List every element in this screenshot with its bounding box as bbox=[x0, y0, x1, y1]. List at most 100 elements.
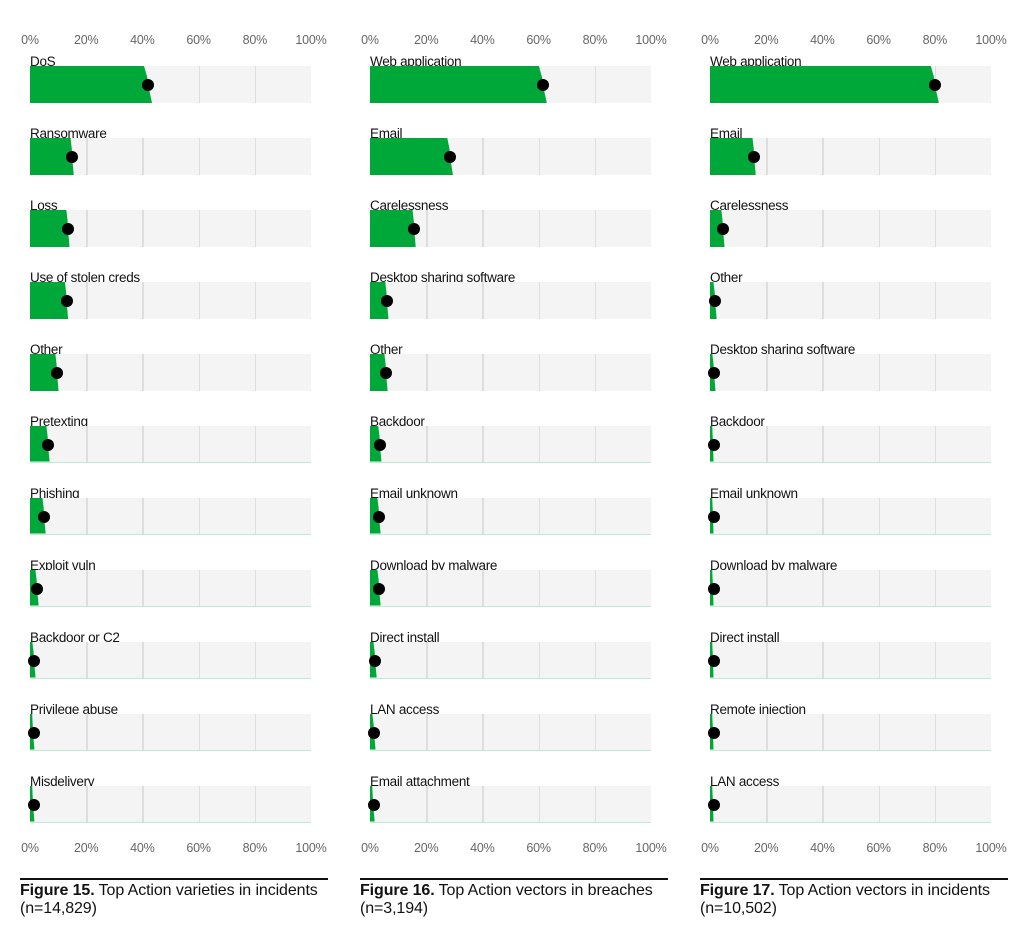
bar-track bbox=[370, 282, 651, 319]
value-dot bbox=[380, 366, 393, 379]
bar bbox=[30, 66, 153, 103]
x-tick-label: 100% bbox=[635, 33, 667, 47]
bar-svg bbox=[710, 282, 717, 319]
bar-svg bbox=[370, 66, 547, 103]
bar-track bbox=[710, 66, 991, 103]
x-tick-label: 80% bbox=[242, 33, 268, 47]
bar-row: Exploit vuln bbox=[20, 558, 360, 630]
x-tick-label: 100% bbox=[295, 33, 327, 47]
bar-row: Email attachment bbox=[360, 774, 700, 846]
value-dot bbox=[28, 798, 40, 811]
value-dot bbox=[372, 510, 385, 523]
bar-svg bbox=[370, 642, 377, 678]
bar-row: Backdoor bbox=[700, 414, 1024, 486]
x-tick-label: 40% bbox=[470, 33, 495, 47]
bar-track bbox=[370, 498, 651, 535]
bar-svg bbox=[30, 642, 36, 678]
bar-svg bbox=[710, 570, 714, 606]
bar-svg bbox=[370, 714, 376, 750]
bar-track bbox=[710, 138, 991, 175]
bar-svg bbox=[710, 354, 716, 391]
value-dot bbox=[61, 222, 74, 235]
bar-row: Ransomware bbox=[20, 126, 360, 198]
bar-row: Email bbox=[700, 126, 1024, 198]
bar-track bbox=[30, 498, 311, 535]
value-dot bbox=[716, 222, 729, 235]
x-tick-label: 20% bbox=[753, 33, 779, 47]
caption-rule bbox=[360, 878, 668, 880]
bar-row: Backdoor bbox=[360, 414, 700, 486]
value-dot bbox=[368, 798, 380, 811]
bar-svg bbox=[370, 138, 453, 175]
x-tick-label: 0% bbox=[21, 33, 39, 47]
value-dot bbox=[536, 78, 549, 91]
bar-svg bbox=[370, 570, 381, 606]
bar-row: Download by malware bbox=[360, 558, 700, 630]
bar-svg bbox=[30, 570, 39, 606]
figure-number: Figure 16. bbox=[360, 882, 435, 899]
value-dot bbox=[66, 150, 79, 163]
value-dot bbox=[708, 366, 720, 379]
bar-track bbox=[28, 714, 311, 751]
bar-track bbox=[30, 210, 311, 247]
bar-track bbox=[708, 570, 991, 607]
figure-caption: Figure 16. Top Action vectors in breache… bbox=[360, 882, 660, 918]
bar bbox=[710, 66, 939, 103]
bar-track bbox=[370, 138, 651, 175]
value-dot bbox=[50, 366, 63, 379]
bar-row: Remote injection bbox=[700, 702, 1024, 774]
value-dot bbox=[142, 78, 155, 91]
bar-track bbox=[30, 282, 311, 319]
x-tick-label: 80% bbox=[582, 33, 608, 47]
bar-row: Desktop sharing software bbox=[360, 270, 700, 342]
bar-track bbox=[370, 210, 651, 247]
x-tick-label: 60% bbox=[866, 33, 891, 47]
value-dot bbox=[708, 510, 720, 523]
bar-track bbox=[370, 66, 651, 103]
x-tick-label: 0% bbox=[701, 33, 719, 47]
value-dot bbox=[444, 150, 457, 163]
bar-row: Direct install bbox=[360, 630, 700, 702]
bar-track bbox=[30, 570, 311, 607]
bar-row: Email unknown bbox=[360, 486, 700, 558]
bar-row: Privilege abuse bbox=[20, 702, 360, 774]
value-dot bbox=[373, 438, 386, 451]
value-dot bbox=[38, 510, 51, 523]
value-dot bbox=[31, 582, 44, 595]
bar-svg bbox=[30, 498, 46, 534]
bar bbox=[370, 138, 453, 175]
x-tick-label: 40% bbox=[130, 33, 155, 47]
value-dot bbox=[709, 294, 722, 307]
value-dot bbox=[708, 654, 720, 667]
bar-row: Use of stolen creds bbox=[20, 270, 360, 342]
x-axis-ticks-top: 0% 20% 40% 60% 80% 100% bbox=[700, 33, 1024, 49]
x-tick-label: 60% bbox=[526, 33, 551, 47]
bar-row: Web application bbox=[700, 54, 1024, 126]
bar-svg bbox=[710, 714, 714, 750]
bar-row: Phishing bbox=[20, 486, 360, 558]
caption-rule bbox=[700, 878, 1008, 880]
bar-track bbox=[708, 714, 991, 751]
bar-row: LAN access bbox=[700, 774, 1024, 846]
bar-row: Download by malware bbox=[700, 558, 1024, 630]
figure-number: Figure 15. bbox=[20, 882, 95, 899]
bar-row: Direct install bbox=[700, 630, 1024, 702]
bar-track bbox=[28, 786, 311, 823]
value-dot bbox=[369, 654, 382, 667]
x-tick-label: 80% bbox=[922, 33, 948, 47]
value-dot bbox=[708, 438, 720, 451]
figure-16: 0% 20% 40% 60% 80% 100% 0% 20% 40% 60% 80% 100% Web … bbox=[360, 0, 700, 938]
bar-row: Other bbox=[20, 342, 360, 414]
value-dot bbox=[408, 222, 421, 235]
bar-track bbox=[708, 354, 991, 391]
bar-track bbox=[368, 786, 651, 823]
bar-track bbox=[30, 66, 311, 103]
value-dot bbox=[708, 726, 720, 739]
bar-row: Email unknown bbox=[700, 486, 1024, 558]
bar-row: Other bbox=[360, 342, 700, 414]
bar-svg bbox=[370, 282, 389, 319]
figure-15: 0% 20% 40% 60% 80% 100% 0% 20% 40% 60% 80% 100% DoS R… bbox=[20, 0, 360, 938]
bar-track bbox=[369, 642, 651, 679]
bar-svg bbox=[710, 498, 714, 534]
bar-svg bbox=[370, 498, 381, 534]
